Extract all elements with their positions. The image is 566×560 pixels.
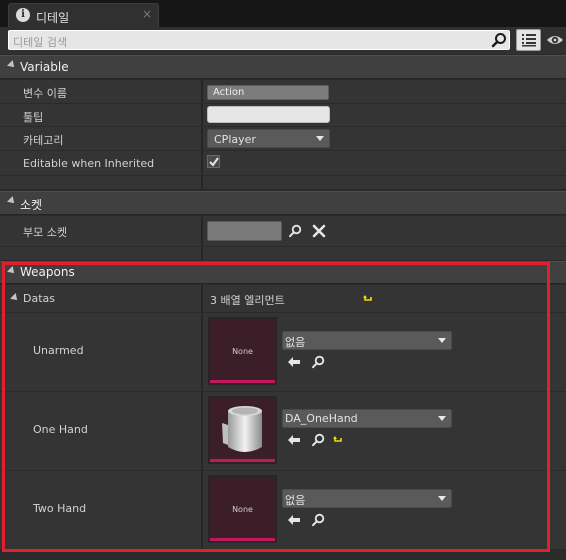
- splitter: [201, 151, 203, 175]
- collapse-arrow-icon[interactable]: [7, 196, 17, 206]
- list-icon: [522, 34, 536, 47]
- tooltip-label: 툴팁: [23, 111, 44, 124]
- highlight-box: [2, 262, 550, 552]
- splitter: [201, 216, 203, 246]
- row-variable-name: 변수 이름 Action: [0, 80, 566, 104]
- category-combo[interactable]: CPlayer: [207, 129, 330, 148]
- editable-label: Editable when Inherited: [23, 157, 155, 170]
- view-options-button[interactable]: [516, 29, 541, 51]
- search-toolbar: 디테일 검색: [0, 27, 566, 54]
- info-icon: i: [16, 8, 30, 22]
- search-input[interactable]: 디테일 검색: [8, 30, 510, 50]
- tooltip-field[interactable]: [207, 106, 330, 123]
- collapse-arrow-icon[interactable]: [7, 60, 17, 70]
- close-icon[interactable]: ×: [142, 7, 152, 21]
- parent-socket-label: 부모 소켓: [23, 226, 67, 239]
- tab-details[interactable]: i 디테일 ×: [8, 3, 159, 27]
- eye-icon[interactable]: [546, 32, 564, 48]
- clear-icon[interactable]: [312, 224, 326, 238]
- chevron-down-icon: [316, 136, 324, 141]
- row-spacer: [0, 176, 566, 190]
- category-combo-value: CPlayer: [214, 133, 256, 146]
- splitter: [201, 127, 203, 150]
- row-category: 카테고리 CPlayer: [0, 127, 566, 151]
- row-parent-socket: 부모 소켓: [0, 216, 566, 247]
- row-spacer: [0, 247, 566, 261]
- row-editable: Editable when Inherited: [0, 151, 566, 176]
- splitter: [201, 80, 203, 103]
- splitter: [201, 247, 203, 260]
- editable-checkbox[interactable]: [207, 155, 220, 168]
- tab-bar: i 디테일 ×: [0, 0, 566, 27]
- variable-name-field[interactable]: Action: [207, 85, 329, 100]
- category-variable[interactable]: Variable: [0, 55, 566, 79]
- category-label: 카테고리: [23, 134, 64, 147]
- search-placeholder: 디테일 검색: [13, 36, 68, 49]
- variable-name-label: 변수 이름: [23, 87, 67, 100]
- category-title: Variable: [20, 60, 69, 74]
- row-tooltip: 툴팁: [0, 104, 566, 127]
- search-icon[interactable]: [491, 32, 507, 48]
- parent-socket-field[interactable]: [207, 221, 282, 241]
- category-socket[interactable]: 소켓: [0, 191, 566, 215]
- search-icon[interactable]: [288, 224, 302, 238]
- category-title: 소켓: [20, 198, 43, 212]
- splitter: [201, 104, 203, 126]
- splitter: [201, 176, 203, 189]
- tab-title: 디테일: [36, 11, 70, 25]
- checkmark-icon: [209, 157, 219, 167]
